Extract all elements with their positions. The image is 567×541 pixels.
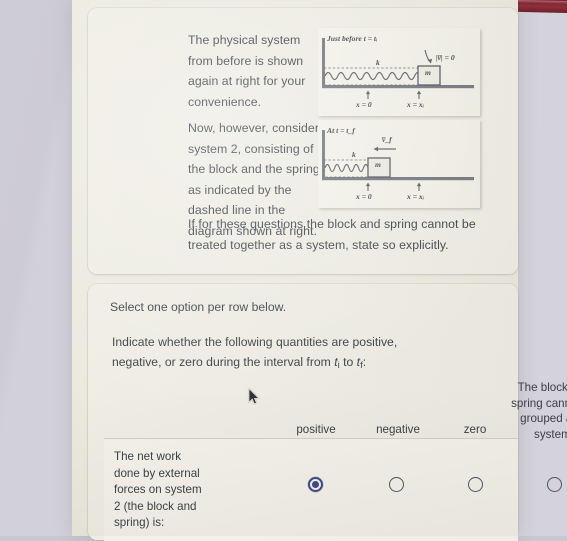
column-header-cannot-be-grouped: The block and spring cannot be grouped a… <box>511 381 567 441</box>
question-card: Select one option per row below. Indicat… <box>88 284 567 541</box>
figure-final-origin-label: x = 0 <box>356 192 372 201</box>
figure-initial-position-label: x = xᵢ <box>407 100 425 109</box>
radio-positive[interactable] <box>308 477 323 492</box>
figure-final-spring-constant-label: k <box>352 150 356 159</box>
question-stem: Indicate whether the following quantitie… <box>112 332 442 376</box>
question-stem-line-1: Indicate whether the following quantitie… <box>112 335 398 349</box>
time-initial-symbol: ti <box>334 355 340 372</box>
column-header-positive: positive <box>296 423 336 436</box>
figure-initial-velocity-label: |v̅| = 0 <box>436 53 455 62</box>
passage-paragraph-1: The physical system from before is shown… <box>188 33 306 109</box>
radio-zero[interactable] <box>468 477 483 492</box>
column-header-zero: zero <box>463 423 487 436</box>
page-surface: The physical system from before is shown… <box>72 0 567 541</box>
select-one-option-hint: Select one option per row below. <box>110 300 287 314</box>
radio-cannot-be-grouped[interactable] <box>547 477 562 492</box>
stem-colon: : <box>362 355 367 369</box>
passage-card: The physical system from before is shown… <box>88 8 518 274</box>
column-header-negative: negative <box>376 423 420 436</box>
figure-final-position-label: x = xᵢ <box>407 192 425 201</box>
passage-paragraph-3: If for these questions the block and spr… <box>188 217 476 252</box>
figure-final-velocity-label: v̅_f <box>382 135 392 144</box>
table-row: The net work done by external forces on … <box>104 438 562 541</box>
question-stem-line-2: negative, or zero during the interval fr… <box>112 355 331 369</box>
figure-final-caption: At t = t_f <box>327 126 355 135</box>
option-column-headers: positive negative zero The block and spr… <box>104 380 567 441</box>
stem-connector: to <box>343 355 354 369</box>
figure-initial-origin-label: x = 0 <box>356 100 372 109</box>
figure-initial-spring-constant-label: k <box>376 58 380 67</box>
figure-final-block-mass-label: m <box>375 160 381 169</box>
figure-final: At t = t_f k m v̅_f x = 0 x = xᵢ <box>318 120 480 208</box>
figure-initial: Just before t = tᵢ k m |v̅| = 0 x = 0 x … <box>318 28 480 116</box>
figure-initial-block-mass-label: m <box>425 68 431 77</box>
row-label-net-work-system-2: The net work done by external forces on … <box>114 450 202 530</box>
figure-initial-caption: Just before t = tᵢ <box>327 34 378 43</box>
radio-negative[interactable] <box>389 477 404 492</box>
